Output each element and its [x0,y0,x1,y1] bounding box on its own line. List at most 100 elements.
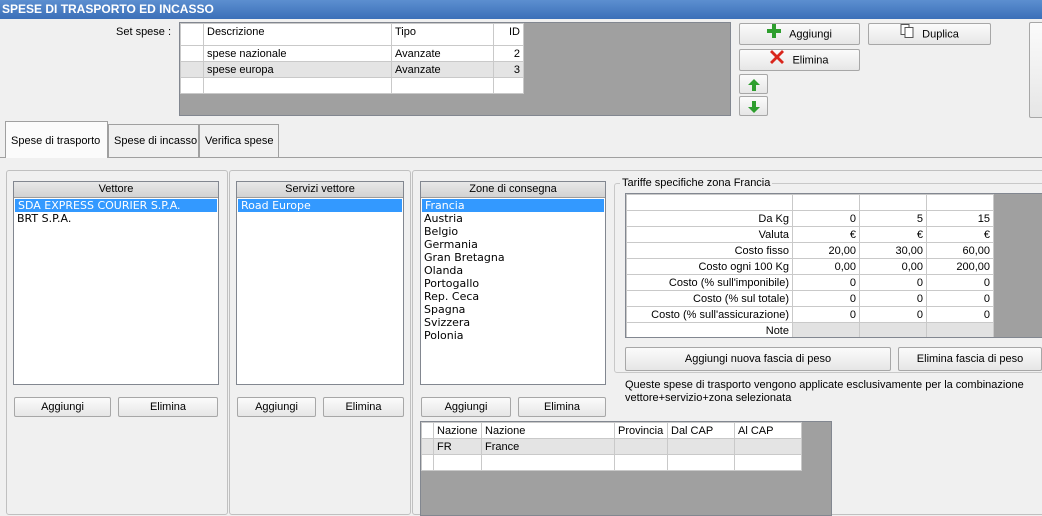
list-item[interactable]: SDA EXPRESS COURIER S.P.A. [15,199,217,212]
cell-value[interactable]: 0 [926,274,994,291]
cell-value[interactable]: 0,00 [859,258,927,275]
zone-elimina-button[interactable]: Elimina [518,397,606,417]
elimina-button[interactable]: Elimina [739,49,860,71]
cell-id[interactable]: 3 [493,61,524,78]
vettore-aggiungi-button[interactable]: Aggiungi [14,397,111,417]
cell-value[interactable] [926,322,994,337]
list-item[interactable]: Austria [421,212,605,225]
cell-value[interactable]: € [859,226,927,243]
window-title: SPESE DI TRASPORTO ED INCASSO [0,0,1042,19]
nazioni-grid: Nazione Nazione Provincia Dal CAP Al CAP… [420,421,832,516]
move-down-button[interactable] [739,96,768,116]
tariffe-info-text: Queste spese di trasporto vengono applic… [625,379,1024,404]
row-label: Valuta [626,226,793,243]
row-label: Costo fisso [626,242,793,259]
row-header-cell [180,23,204,46]
cell-value[interactable]: 20,00 [792,242,860,259]
cell-value[interactable]: 0 [792,290,860,307]
column-header-tipo[interactable]: Tipo [391,23,494,46]
cell-name[interactable]: France [481,438,615,455]
cell-value[interactable]: € [792,226,860,243]
cell-value[interactable]: 0 [792,306,860,323]
list-item[interactable]: Belgio [421,225,605,238]
table-row-empty[interactable] [180,77,524,94]
table-row[interactable]: spese nazionale Avanzate 2 [180,45,524,62]
cell-value[interactable]: 0 [926,290,994,307]
zone-list[interactable]: Zone di consegna Francia Austria Belgio … [420,181,606,385]
list-item[interactable]: Rep. Ceca [421,290,605,303]
list-item[interactable]: Road Europe [238,199,402,212]
cell-tipo[interactable]: Avanzate [391,61,494,78]
list-item[interactable]: BRT S.P.A. [14,212,218,225]
servizi-elimina-button[interactable]: Elimina [323,397,404,417]
plus-icon [767,24,782,45]
column-header[interactable] [926,194,994,211]
cell-value[interactable]: 0 [792,210,860,227]
cell-value[interactable]: 0 [859,274,927,291]
cell-value[interactable]: 0 [859,306,927,323]
row-label: Costo (% sull'assicurazione) [626,306,793,323]
cell-tipo[interactable]: Avanzate [391,45,494,62]
cell-value[interactable]: € [926,226,994,243]
column-header-al-cap[interactable]: Al CAP [734,422,802,439]
tariffa-row: Costo ogni 100 Kg 0,00 0,00 200,00 [626,258,994,275]
zone-aggiungi-button[interactable]: Aggiungi [421,397,511,417]
cell-descrizione[interactable]: spese nazionale [203,45,392,62]
cell-value[interactable]: 60,00 [926,242,994,259]
tab-verifica-spese[interactable]: Verifica spese [199,124,279,157]
cell-value[interactable]: 0 [926,306,994,323]
duplica-label: Duplica [922,28,959,41]
cell-value[interactable]: 200,00 [926,258,994,275]
list-item[interactable]: Francia [422,199,604,212]
list-item[interactable]: Spagna [421,303,605,316]
elimina-label: Elimina [792,54,829,67]
tab-spese-di-trasporto[interactable]: Spese di trasporto [5,121,108,158]
list-item[interactable]: Portogallo [421,277,605,290]
cell-value[interactable] [859,322,927,337]
column-header[interactable] [859,194,927,211]
cell-id[interactable]: 2 [493,45,524,62]
column-header-descrizione[interactable]: Descrizione [203,23,392,46]
cell-provincia[interactable] [614,438,668,455]
vettore-elimina-button[interactable]: Elimina [118,397,218,417]
cell-value[interactable]: 30,00 [859,242,927,259]
column-header-nazione[interactable]: Nazione [481,422,615,439]
tariffa-row: Da Kg 0 5 15 [626,210,994,227]
side-button-partial[interactable] [1029,22,1042,118]
cell-value[interactable]: 15 [926,210,994,227]
set-spese-grid: Descrizione Tipo ID spese nazionale Avan… [179,22,731,116]
list-item[interactable]: Svizzera [421,316,605,329]
aggiungi-fascia-button[interactable]: Aggiungi nuova fascia di peso [625,347,891,371]
column-header-nazione-code[interactable]: Nazione [433,422,482,439]
cell-code[interactable]: FR [433,438,482,455]
elimina-fascia-button[interactable]: Elimina fascia di peso [898,347,1042,371]
cell-value[interactable] [792,322,860,337]
column-header[interactable] [792,194,860,211]
cell-value[interactable]: 0 [859,290,927,307]
move-up-button[interactable] [739,74,768,94]
duplica-button[interactable]: Duplica [868,23,991,45]
tab-spese-di-incasso[interactable]: Spese di incasso [108,124,199,157]
vettore-list[interactable]: Vettore SDA EXPRESS COURIER S.P.A. BRT S… [13,181,219,385]
table-row[interactable]: spese europa Avanzate 3 [180,61,524,78]
cell-descrizione[interactable]: spese europa [203,61,392,78]
cell-value[interactable]: 0 [792,274,860,291]
list-item[interactable]: Polonia [421,329,605,342]
table-row-empty[interactable] [421,454,802,471]
column-header-id[interactable]: ID [493,23,524,46]
servizi-list[interactable]: Servizi vettore Road Europe [236,181,404,385]
cell-value[interactable]: 0,00 [792,258,860,275]
aggiungi-button[interactable]: Aggiungi [739,23,860,45]
copy-icon [900,24,914,45]
cell-al-cap[interactable] [734,438,802,455]
list-item[interactable]: Olanda [421,264,605,277]
cell-dal-cap[interactable] [667,438,735,455]
column-header-provincia[interactable]: Provincia [614,422,668,439]
column-header-dal-cap[interactable]: Dal CAP [667,422,735,439]
list-item[interactable]: Gran Bretagna [421,251,605,264]
tariffa-row: Costo (% sull'imponibile) 0 0 0 [626,274,994,291]
list-item[interactable]: Germania [421,238,605,251]
table-row[interactable]: FR France [421,438,802,455]
servizi-aggiungi-button[interactable]: Aggiungi [237,397,316,417]
cell-value[interactable]: 5 [859,210,927,227]
